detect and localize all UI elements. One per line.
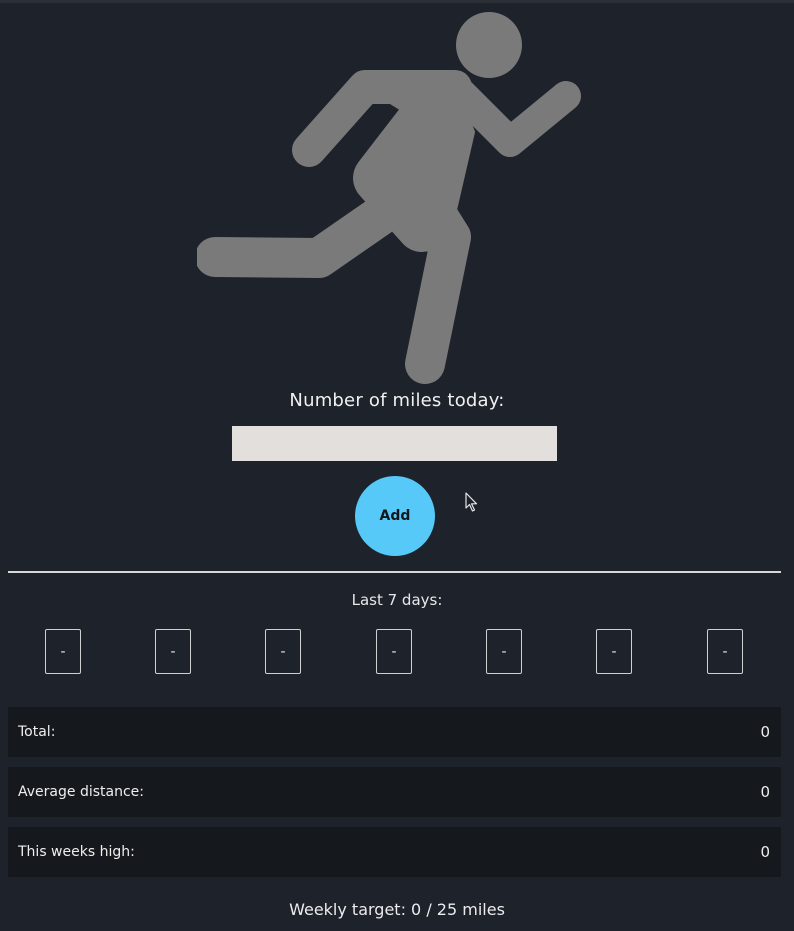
- day-box: -: [376, 629, 412, 674]
- day-box: -: [45, 629, 81, 674]
- add-button[interactable]: Add: [355, 476, 435, 556]
- day-box: -: [596, 629, 632, 674]
- miles-input[interactable]: [232, 426, 557, 461]
- day-box: -: [265, 629, 301, 674]
- miles-label: Number of miles today:: [289, 390, 505, 411]
- weekly-high-label: This weeks high:: [18, 844, 135, 860]
- day-box: -: [707, 629, 743, 674]
- mouse-pointer-icon: [465, 492, 478, 512]
- weekly-target: Weekly target: 0 / 25 miles: [289, 900, 505, 919]
- section-divider: [8, 571, 781, 573]
- day-box: -: [486, 629, 522, 674]
- day-box: -: [155, 629, 191, 674]
- weekly-high-row: This weeks high: 0: [8, 827, 781, 877]
- window-top-border: [0, 0, 794, 3]
- hero: [0, 8, 794, 388]
- last-7-days-label: Last 7 days:: [351, 591, 443, 609]
- average-value: 0: [760, 783, 770, 801]
- average-label: Average distance:: [18, 784, 144, 800]
- total-value: 0: [760, 723, 770, 741]
- total-row: Total: 0: [8, 707, 781, 757]
- running-person-icon: [197, 12, 581, 384]
- weekly-high-value: 0: [760, 843, 770, 861]
- average-row: Average distance: 0: [8, 767, 781, 817]
- total-label: Total:: [18, 724, 56, 740]
